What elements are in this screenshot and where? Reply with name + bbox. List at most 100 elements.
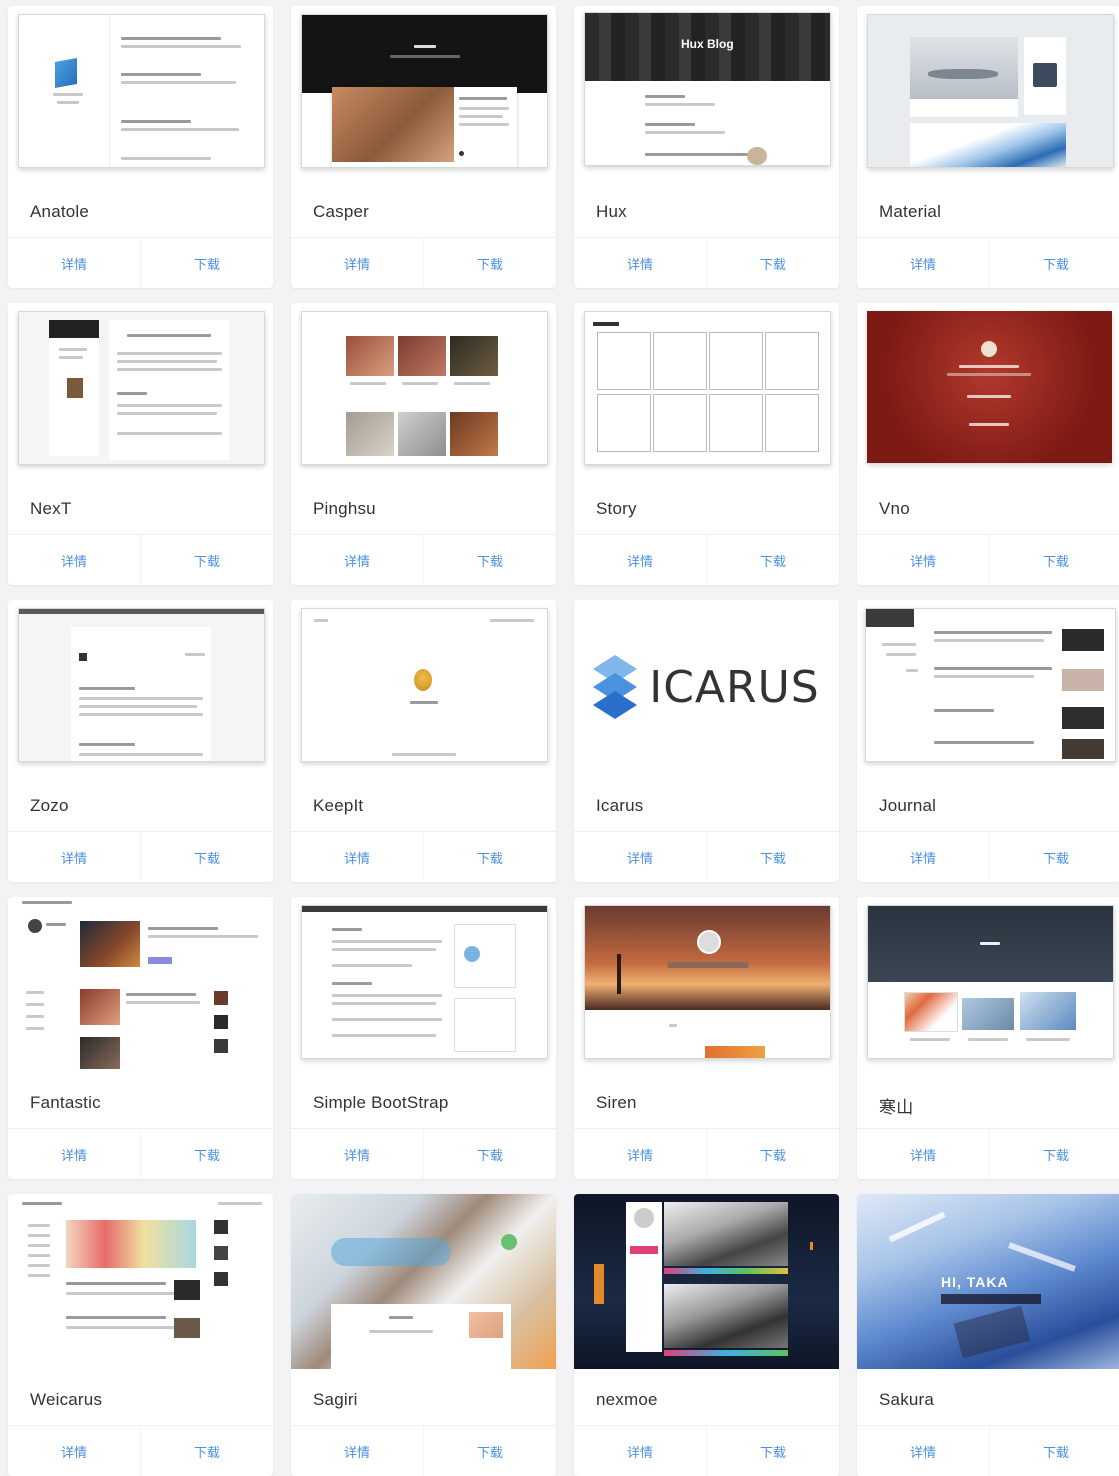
details-button[interactable]: 详情 [574,832,706,882]
theme-preview-nexmoe[interactable] [574,1194,839,1369]
details-button[interactable]: 详情 [857,535,989,585]
theme-name: Pinghsu [313,499,376,518]
download-button[interactable]: 下载 [989,832,1119,882]
theme-actions: 详情 下载 [8,534,273,585]
theme-actions: 详情 下载 [574,831,839,882]
download-button[interactable]: 下载 [423,1129,556,1179]
download-button[interactable]: 下载 [423,1426,556,1476]
theme-name: Fantastic [30,1093,101,1112]
details-button[interactable]: 详情 [857,1129,989,1179]
theme-preview-story[interactable] [584,311,831,465]
theme-card-material: Material 详情 下载 [857,6,1119,288]
theme-card-hux: Hux Blog Hux 详情 下载 [574,6,839,288]
theme-actions: 详情 下载 [291,534,556,585]
theme-name: nexmoe [596,1390,658,1409]
theme-preview-vno[interactable] [867,311,1112,463]
details-button[interactable]: 详情 [574,1129,706,1179]
download-button[interactable]: 下载 [706,1426,839,1476]
details-button[interactable]: 详情 [574,1426,706,1476]
theme-card-fantastic: Fantastic 详情 下载 [8,897,273,1179]
theme-actions: 详情 下载 [291,1128,556,1179]
details-button[interactable]: 详情 [8,1426,140,1476]
details-button[interactable]: 详情 [8,535,140,585]
theme-preview-hanshan[interactable] [867,905,1114,1059]
details-button[interactable]: 详情 [857,832,989,882]
theme-preview-fantastic[interactable] [18,899,268,1071]
theme-actions: 详情 下载 [8,1425,273,1476]
theme-preview-sagiri[interactable] [291,1194,556,1369]
theme-preview-journal[interactable] [865,608,1116,762]
download-button[interactable]: 下载 [140,1426,273,1476]
download-button[interactable]: 下载 [989,535,1119,585]
theme-preview-keepit[interactable] [301,608,548,762]
details-button[interactable]: 详情 [8,238,140,288]
download-button[interactable]: 下载 [706,535,839,585]
download-button[interactable]: 下载 [423,535,556,585]
theme-name: Zozo [30,796,69,815]
sakura-greeting: HI, TAKA [941,1274,1009,1290]
icarus-logo-icon [593,654,638,719]
hux-title: Hux Blog [681,37,734,51]
theme-grid: Anatole 详情 下载 Casper 详情 下载 Hux Blog Hux … [0,0,1119,1476]
theme-actions: 详情 下载 [8,831,273,882]
download-button[interactable]: 下载 [140,832,273,882]
download-button[interactable]: 下载 [989,1129,1119,1179]
details-button[interactable]: 详情 [291,238,423,288]
details-button[interactable]: 详情 [574,535,706,585]
download-button[interactable]: 下载 [423,832,556,882]
details-button[interactable]: 详情 [574,238,706,288]
theme-actions: 详情 下载 [574,237,839,288]
details-button[interactable]: 详情 [8,1129,140,1179]
theme-actions: 详情 下载 [8,1128,273,1179]
theme-card-story: Story 详情 下载 [574,303,839,585]
theme-actions: 详情 下载 [857,237,1119,288]
theme-preview-next[interactable] [18,311,265,465]
theme-preview-simple-bootstrap[interactable] [301,905,548,1059]
theme-card-zozo: Zozo 详情 下载 [8,600,273,882]
theme-name: Hux [596,202,627,221]
theme-card-vno: Vno 详情 下载 [857,303,1119,585]
theme-name: Siren [596,1093,637,1112]
theme-name: 寒山 [879,1098,914,1117]
download-button[interactable]: 下载 [140,238,273,288]
theme-card-keepit: KeepIt 详情 下载 [291,600,556,882]
details-button[interactable]: 详情 [291,832,423,882]
theme-actions: 详情 下载 [574,1425,839,1476]
theme-preview-casper[interactable] [301,14,548,168]
theme-preview-sakura[interactable]: HI, TAKA [857,1194,1119,1369]
download-button[interactable]: 下载 [989,238,1119,288]
theme-preview-material[interactable] [867,14,1114,168]
theme-preview-icarus[interactable]: ICARUS [574,600,839,775]
theme-name: Weicarus [30,1390,103,1409]
theme-name: Journal [879,796,937,815]
details-button[interactable]: 详情 [857,1426,989,1476]
download-button[interactable]: 下载 [706,832,839,882]
theme-actions: 详情 下载 [857,831,1119,882]
download-button[interactable]: 下载 [989,1426,1119,1476]
theme-preview-hux[interactable]: Hux Blog [584,12,831,166]
theme-preview-pinghsu[interactable] [301,311,548,465]
download-button[interactable]: 下载 [140,535,273,585]
theme-card-journal: Journal 详情 下载 [857,600,1119,882]
theme-preview-zozo[interactable] [18,608,265,762]
theme-card-next: NexT 详情 下载 [8,303,273,585]
theme-name: Story [596,499,637,518]
details-button[interactable]: 详情 [291,1426,423,1476]
download-button[interactable]: 下载 [140,1129,273,1179]
theme-preview-weicarus[interactable] [18,1198,268,1368]
download-button[interactable]: 下载 [423,238,556,288]
theme-name: Sakura [879,1390,935,1409]
theme-preview-siren[interactable] [584,905,831,1059]
download-button[interactable]: 下载 [706,238,839,288]
details-button[interactable]: 详情 [857,238,989,288]
download-button[interactable]: 下载 [706,1129,839,1179]
icarus-logo-text: ICARUS [649,662,820,713]
details-button[interactable]: 详情 [291,1129,423,1179]
theme-actions: 详情 下载 [857,534,1119,585]
theme-name: Icarus [596,796,644,815]
theme-preview-anatole[interactable] [18,14,265,168]
theme-card-anatole: Anatole 详情 下载 [8,6,273,288]
theme-name: Casper [313,202,370,221]
details-button[interactable]: 详情 [291,535,423,585]
details-button[interactable]: 详情 [8,832,140,882]
